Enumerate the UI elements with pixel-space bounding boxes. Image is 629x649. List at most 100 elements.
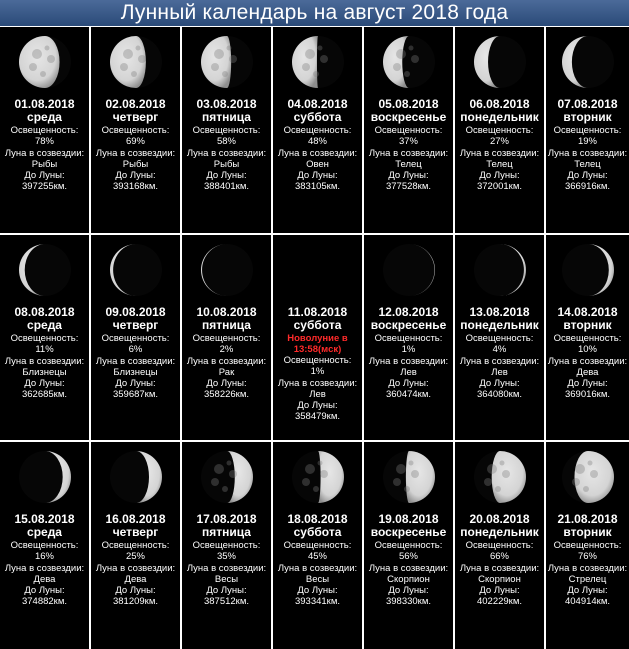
illumination-value: 58% — [216, 136, 236, 148]
day-cell: 18.08.2018 суббота Освещенность: 45% Луна в … — [273, 442, 362, 649]
distance-value: 358479км. — [294, 411, 341, 423]
moon-phase-image — [455, 446, 544, 508]
page-title: Лунный календарь на август 2018 года — [0, 0, 629, 26]
moon-calendar-grid: 01.08.2018 среда Освещенность: 78% Луна в со… — [0, 27, 629, 649]
constellation-value: Весы — [305, 573, 330, 585]
moon-phase-image — [364, 239, 453, 301]
moon-phase-image — [182, 239, 271, 301]
illumination-value: 1% — [310, 366, 325, 378]
distance-value: 364080км. — [476, 389, 523, 401]
constellation-value: Дева — [576, 366, 599, 378]
illumination-label: Освещенность: — [10, 333, 79, 344]
moon-phase-image — [0, 446, 89, 508]
illumination-value: 6% — [128, 344, 143, 356]
illumination-label: Освещенность: — [465, 125, 534, 136]
distance-value: 402229км. — [476, 596, 523, 608]
illumination-value: 45% — [307, 551, 327, 563]
constellation-value: Лев — [491, 366, 508, 378]
distance-value: 377528км. — [385, 181, 432, 193]
day-cell: 15.08.2018 среда Освещенность: 16% Луна в со… — [0, 442, 89, 649]
day-cell: 10.08.2018 пятница Освещенность: 2% Луна в с… — [182, 235, 271, 440]
distance-value: 393341км. — [294, 596, 341, 608]
day-cell: 12.08.2018 воскресенье Освещенность: 1% Луна… — [364, 235, 453, 440]
day-weekday: среда — [27, 525, 62, 539]
illumination-label: Освещенность: — [465, 333, 534, 344]
constellation-value: Лев — [309, 388, 326, 400]
illumination-label: Освещенность: — [283, 125, 352, 136]
constellation-value: Рыбы — [213, 158, 240, 170]
distance-label: До Луны: — [567, 378, 608, 390]
illumination-value: 16% — [34, 551, 54, 563]
day-weekday: пятница — [202, 318, 251, 332]
day-weekday: воскресенье — [370, 525, 447, 539]
distance-value: 362685км. — [21, 389, 68, 401]
illumination-value: 1% — [401, 344, 416, 356]
distance-value: 372001км. — [476, 181, 523, 193]
constellation-label: Луна в созвездии: — [95, 147, 176, 159]
constellation-label: Луна в созвездии: — [368, 562, 449, 574]
moon-phase-image — [364, 446, 453, 508]
constellation-value: Рыбы — [31, 158, 58, 170]
day-cell: 13.08.2018 понедельник Освещенность: 4% Луна… — [455, 235, 544, 440]
illumination-label: Освещенность: — [465, 540, 534, 551]
constellation-value: Весы — [214, 573, 239, 585]
constellation-label: Луна в созвездии: — [95, 355, 176, 367]
day-weekday: среда — [27, 110, 62, 124]
day-cell: 14.08.2018 вторник Освещенность: 10% Луна в … — [546, 235, 629, 440]
distance-label: До Луны: — [479, 585, 520, 597]
distance-label: До Луны: — [388, 378, 429, 390]
constellation-label: Луна в созвездии: — [547, 355, 628, 367]
moon-phase-image — [91, 31, 180, 93]
day-cell: 09.08.2018 четверг Освещенность: 6% Луна в с… — [91, 235, 180, 440]
constellation-label: Луна в созвездии: — [368, 147, 449, 159]
illumination-value: 4% — [492, 344, 507, 356]
day-weekday: суббота — [293, 525, 342, 539]
illumination-label: Освещенность: — [101, 540, 170, 551]
moon-phase-image — [273, 31, 362, 93]
constellation-label: Луна в созвездии: — [186, 147, 267, 159]
illumination-value: 19% — [577, 136, 597, 148]
distance-value: 366916км. — [564, 181, 611, 193]
illumination-value: 78% — [34, 136, 54, 148]
moon-phase-image — [0, 31, 89, 93]
distance-value: 369016км. — [564, 389, 611, 401]
day-weekday: четверг — [112, 318, 159, 332]
day-weekday: понедельник — [460, 525, 539, 539]
moon-phase-image — [273, 446, 362, 508]
distance-value: 383105км. — [294, 181, 341, 193]
day-cell: 01.08.2018 среда Освещенность: 78% Луна в со… — [0, 27, 89, 233]
distance-label: До Луны: — [297, 400, 338, 412]
moon-phase-image — [0, 239, 89, 301]
illumination-value: 66% — [489, 551, 509, 563]
distance-label: До Луны: — [297, 585, 338, 597]
day-cell: 20.08.2018 понедельник Освещенность: 66% Лун… — [455, 442, 544, 649]
illumination-value: 10% — [577, 344, 597, 356]
moon-phase-image — [91, 239, 180, 301]
illumination-label: Освещенность: — [192, 125, 261, 136]
day-cell: 11.08.2018 суббота Новолуние в 13:58(мск) Ос… — [273, 235, 362, 440]
moon-phase-image — [91, 446, 180, 508]
illumination-label: Освещенность: — [553, 333, 622, 344]
day-weekday: четверг — [112, 525, 159, 539]
constellation-value: Дева — [33, 573, 56, 585]
moon-phase-image — [182, 31, 271, 93]
day-cell: 08.08.2018 среда Освещенность: 11% Луна в со… — [0, 235, 89, 440]
distance-value: 398330км. — [385, 596, 432, 608]
illumination-label: Освещенность: — [192, 540, 261, 551]
day-weekday: понедельник — [460, 110, 539, 124]
constellation-label: Луна в созвездии: — [547, 562, 628, 574]
distance-label: До Луны: — [206, 585, 247, 597]
moon-phase-image — [546, 31, 629, 93]
day-weekday: понедельник — [460, 318, 539, 332]
constellation-label: Луна в созвездии: — [277, 562, 358, 574]
illumination-label: Освещенность: — [101, 125, 170, 136]
constellation-label: Луна в созвездии: — [186, 562, 267, 574]
day-weekday: воскресенье — [370, 110, 447, 124]
illumination-value: 2% — [219, 344, 234, 356]
illumination-label: Освещенность: — [553, 540, 622, 551]
constellation-label: Луна в созвездии: — [277, 377, 358, 389]
day-weekday: вторник — [563, 110, 612, 124]
illumination-label: Освещенность: — [101, 333, 170, 344]
day-cell: 17.08.2018 пятница Освещенность: 35% Луна в … — [182, 442, 271, 649]
illumination-label: Освещенность: — [10, 125, 79, 136]
